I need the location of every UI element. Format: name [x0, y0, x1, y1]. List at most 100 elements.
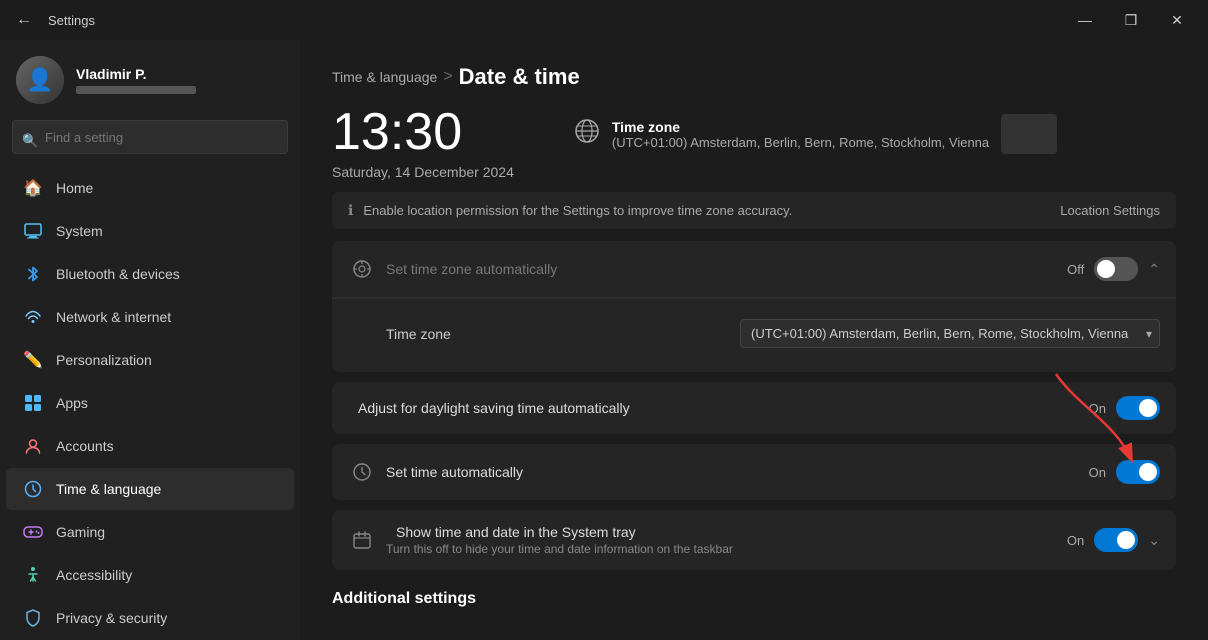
set-time-auto-state: On — [1089, 465, 1106, 480]
set-time-auto-toggle[interactable] — [1116, 460, 1160, 484]
sidebar-item-personalization[interactable]: ✏️ Personalization — [6, 339, 294, 381]
toggle-knob-tray — [1117, 531, 1135, 549]
search-container: 🔍 — [0, 116, 300, 166]
sidebar-item-home-label: Home — [56, 180, 93, 196]
timezone-auto-label: Set time zone automatically — [386, 261, 1067, 277]
sidebar-item-time[interactable]: Time & language — [6, 468, 294, 510]
time-display-section: 13:30 Saturday, 14 December 2024 Time zo… — [332, 106, 1176, 180]
sidebar-item-system[interactable]: System — [6, 210, 294, 252]
sidebar-item-privacy[interactable]: Privacy & security — [6, 597, 294, 639]
window-title: Settings — [48, 13, 95, 28]
bluetooth-icon — [22, 263, 44, 285]
toggle-knob-daylight — [1139, 399, 1157, 417]
calendar-icon — [348, 526, 376, 554]
sidebar-item-bluetooth-label: Bluetooth & devices — [56, 266, 180, 282]
network-icon — [22, 306, 44, 328]
location-notice: ℹ Enable location permission for the Set… — [332, 192, 1176, 229]
sidebar-item-system-label: System — [56, 223, 103, 239]
set-time-auto-row: Set time automatically On — [332, 444, 1176, 500]
sidebar-item-apps-label: Apps — [56, 395, 88, 411]
window-controls: — ❐ ✕ — [1062, 4, 1200, 36]
timezone-label: Time zone — [612, 119, 989, 135]
sidebar-item-network[interactable]: Network & internet — [6, 296, 294, 338]
time-icon — [22, 478, 44, 500]
daylight-label: Adjust for daylight saving time automati… — [358, 400, 1089, 416]
system-tray-chevron[interactable]: ⌄ — [1148, 532, 1160, 549]
clock-icon — [348, 458, 376, 486]
location-settings-link[interactable]: Location Settings — [1060, 203, 1160, 218]
timezone-auto-chevron[interactable]: ⌃ — [1148, 261, 1160, 278]
sidebar-item-accounts-label: Accounts — [56, 438, 114, 454]
user-profile[interactable]: 👤 Vladimir P. — [0, 40, 300, 116]
time-value: 13:30 — [332, 106, 514, 158]
timezone-auto-icon — [348, 255, 376, 283]
breadcrumb: Time & language > Date & time — [332, 64, 1176, 90]
system-tray-state: On — [1067, 533, 1084, 548]
nav-menu: 🏠 Home System B — [0, 166, 300, 640]
system-tray-toggle[interactable] — [1094, 528, 1138, 552]
time-right: Time zone (UTC+01:00) Amsterdam, Berlin,… — [574, 114, 1057, 154]
location-notice-left: ℹ Enable location permission for the Set… — [348, 202, 792, 219]
app-body: 👤 Vladimir P. 🔍 🏠 Home — [0, 40, 1208, 640]
daylight-card: Adjust for daylight saving time automati… — [332, 382, 1176, 434]
avatar: 👤 — [16, 56, 64, 104]
minimize-button[interactable]: — — [1062, 4, 1108, 36]
sidebar-item-home[interactable]: 🏠 Home — [6, 167, 294, 209]
sidebar-item-gaming-label: Gaming — [56, 524, 105, 540]
daylight-row: Adjust for daylight saving time automati… — [332, 382, 1176, 434]
globe-icon — [574, 118, 600, 150]
timezone-auto-state: Off — [1067, 262, 1084, 277]
sidebar-item-apps[interactable]: Apps — [6, 382, 294, 424]
main-content: Time & language > Date & time 13:30 Satu… — [300, 40, 1208, 640]
breadcrumb-sep: > — [443, 68, 452, 86]
timezone-auto-toggle[interactable] — [1094, 257, 1138, 281]
daylight-toggle[interactable] — [1116, 396, 1160, 420]
set-time-auto-card: Set time automatically On — [332, 444, 1176, 500]
system-tray-text: Show time and date in the System tray Tu… — [386, 524, 1067, 556]
timezone-auto-row[interactable]: Set time zone automatically Off ⌃ — [332, 241, 1176, 298]
toggle-knob-time-auto — [1139, 463, 1157, 481]
titlebar: ← Settings — ❐ ✕ — [0, 0, 1208, 40]
breadcrumb-parent[interactable]: Time & language — [332, 69, 437, 85]
accessibility-icon — [22, 564, 44, 586]
info-icon: ℹ — [348, 202, 353, 219]
sidebar-item-network-label: Network & internet — [56, 309, 171, 325]
daylight-controls: On — [1089, 396, 1160, 420]
timezone-select-row: Time zone (UTC+01:00) Amsterdam, Berlin,… — [386, 309, 1160, 358]
system-icon — [22, 220, 44, 242]
location-notice-text: Enable location permission for the Setti… — [363, 203, 792, 218]
system-tray-desc: Turn this off to hide your time and date… — [386, 542, 1067, 556]
set-time-auto-label: Set time automatically — [386, 464, 1089, 480]
timezone-select[interactable]: (UTC+01:00) Amsterdam, Berlin, Bern, Rom… — [740, 319, 1160, 348]
user-bar-placeholder — [76, 86, 196, 94]
timezone-info: Time zone (UTC+01:00) Amsterdam, Berlin,… — [612, 119, 989, 150]
sidebar-item-accessibility[interactable]: Accessibility — [6, 554, 294, 596]
sidebar-item-accounts[interactable]: Accounts — [6, 425, 294, 467]
sidebar: 👤 Vladimir P. 🔍 🏠 Home — [0, 40, 300, 640]
sidebar-item-bluetooth[interactable]: Bluetooth & devices — [6, 253, 294, 295]
time-left: 13:30 Saturday, 14 December 2024 — [332, 106, 514, 180]
set-time-auto-controls: On — [1089, 460, 1160, 484]
back-button[interactable]: ← — [8, 4, 40, 36]
date-value: Saturday, 14 December 2024 — [332, 164, 514, 180]
sidebar-item-time-label: Time & language — [56, 481, 161, 497]
system-tray-card: Show time and date in the System tray Tu… — [332, 510, 1176, 570]
search-input[interactable] — [12, 120, 288, 154]
system-tray-label: Show time and date in the System tray — [396, 524, 1067, 540]
maximize-button[interactable]: ❐ — [1108, 4, 1154, 36]
sidebar-item-gaming[interactable]: Gaming — [6, 511, 294, 553]
close-button[interactable]: ✕ — [1154, 4, 1200, 36]
system-tray-row: Show time and date in the System tray Tu… — [332, 510, 1176, 570]
user-info: Vladimir P. — [76, 66, 196, 94]
user-name: Vladimir P. — [76, 66, 196, 82]
timezone-select-label: Time zone — [386, 326, 451, 342]
toggle-knob — [1097, 260, 1115, 278]
timezone-thumbnail — [1001, 114, 1057, 154]
avatar-image: 👤 — [16, 56, 64, 104]
privacy-icon — [22, 607, 44, 629]
additional-settings-title: Additional settings — [332, 590, 1176, 608]
sidebar-item-personalization-label: Personalization — [56, 352, 152, 368]
timezone-select-wrapper[interactable]: (UTC+01:00) Amsterdam, Berlin, Bern, Rom… — [740, 319, 1160, 348]
personalization-icon: ✏️ — [22, 349, 44, 371]
titlebar-left: ← Settings — [8, 4, 95, 36]
